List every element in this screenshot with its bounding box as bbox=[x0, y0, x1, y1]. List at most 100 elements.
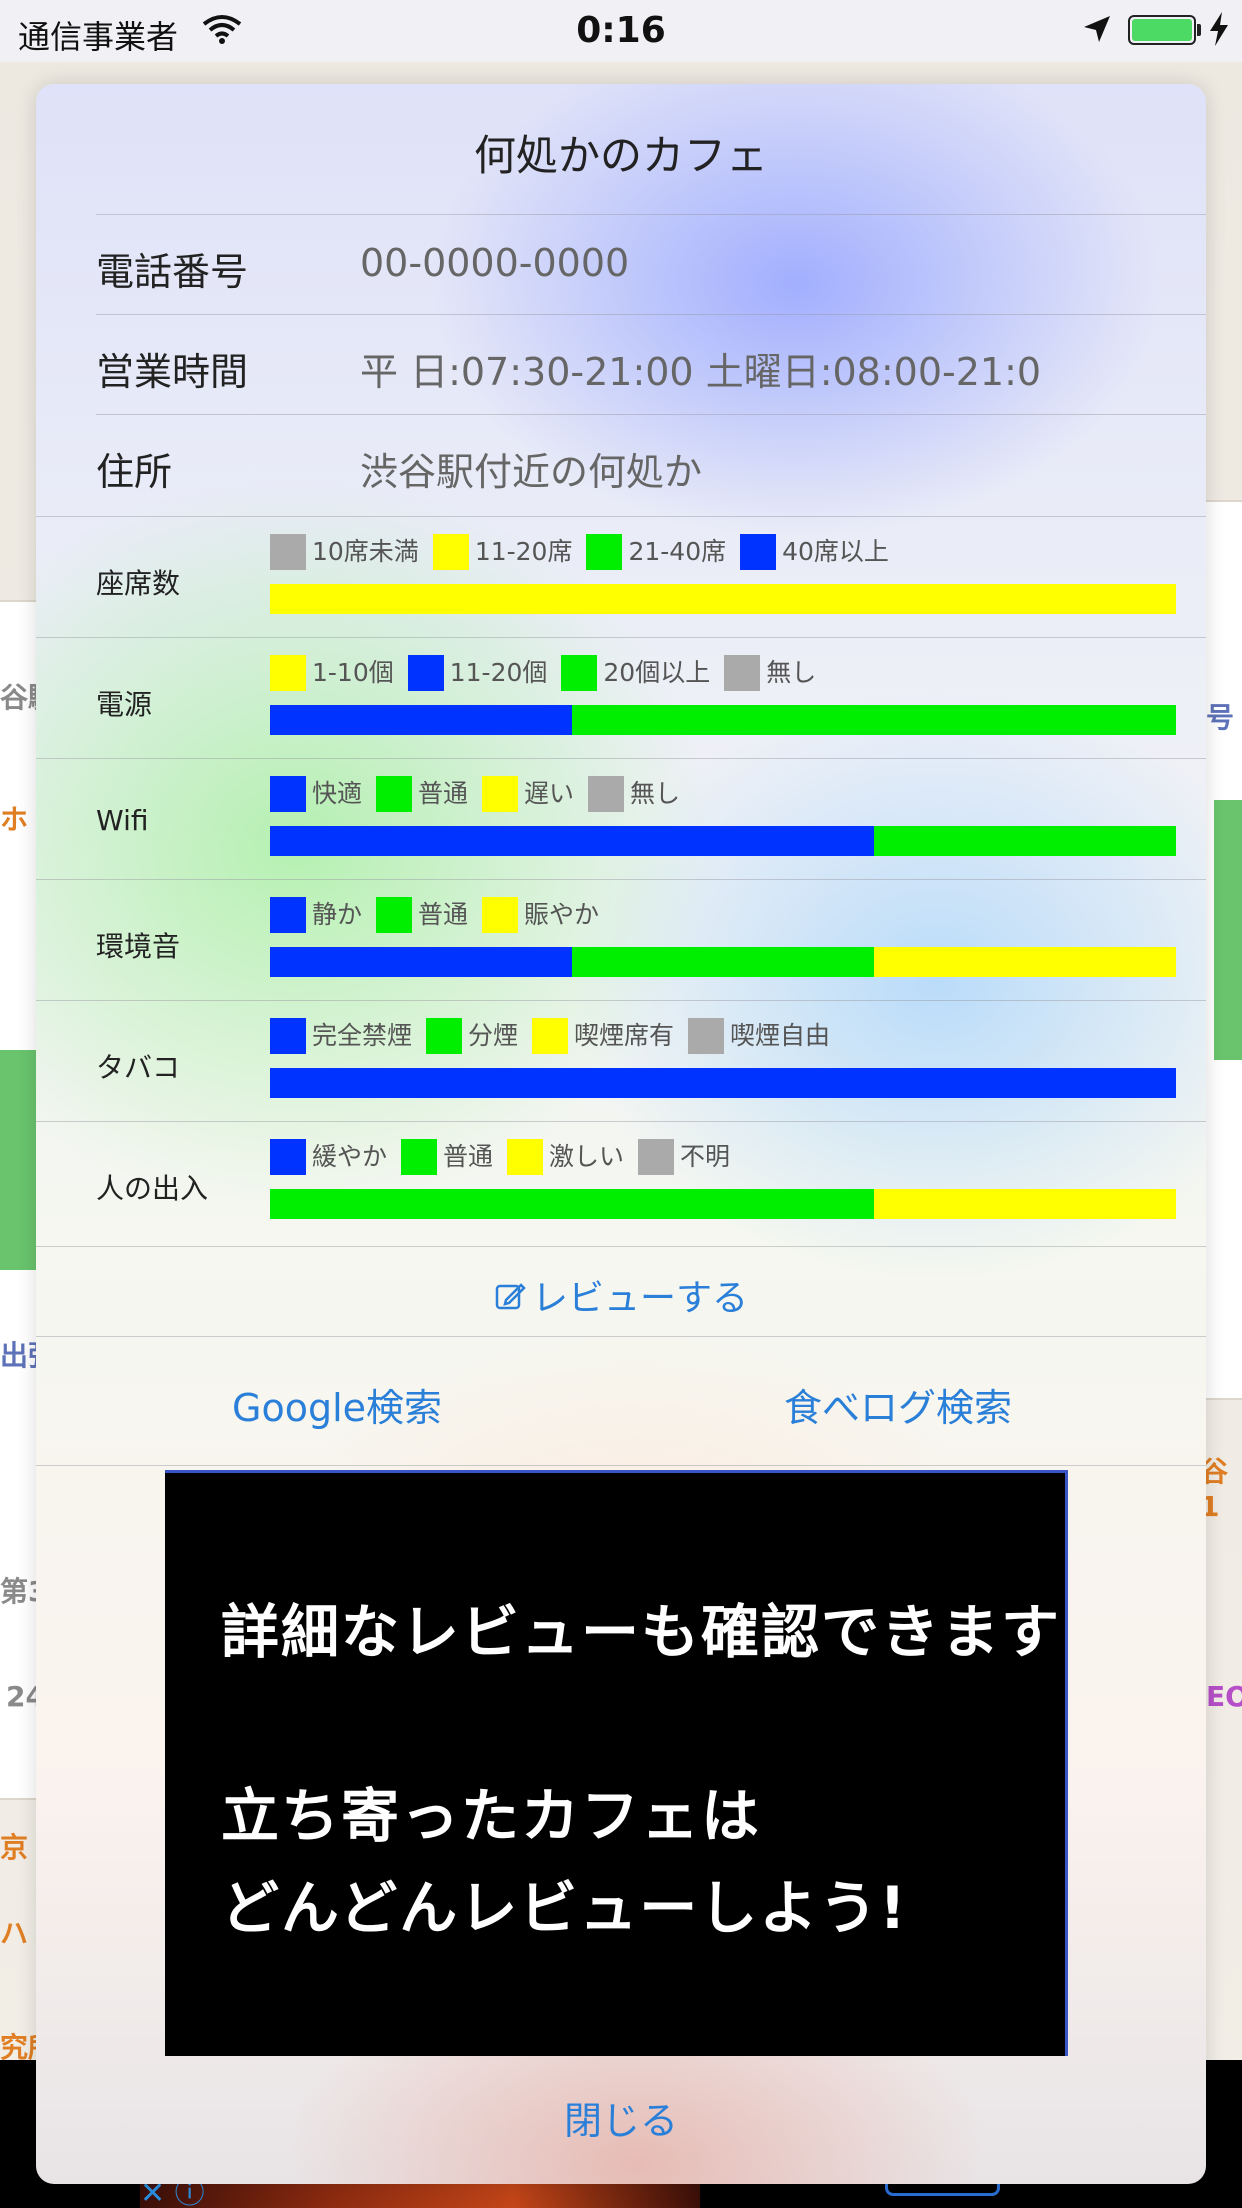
review-promo-overlay[interactable]: 詳細なレビューも確認できます 立ち寄ったカフェは どんどんレビューしよう! bbox=[165, 1470, 1068, 2056]
legend-text: 不明 bbox=[680, 1142, 731, 1171]
legend-item: 快適 bbox=[270, 776, 362, 812]
legend-item: 激しい bbox=[507, 1139, 624, 1175]
rating-bar-segment bbox=[270, 947, 572, 977]
legend-swatch bbox=[482, 776, 519, 812]
legend-text: 20個以上 bbox=[603, 658, 711, 687]
edit-icon bbox=[495, 1283, 526, 1310]
battery-icon bbox=[1128, 15, 1196, 45]
legend-swatch bbox=[482, 897, 519, 933]
promo-line-2: 立ち寄ったカフェは bbox=[221, 1782, 762, 1850]
legend-item: 1-10個 bbox=[270, 655, 394, 691]
legend-item: 10席未満 bbox=[270, 534, 419, 570]
rating-label: タバコ bbox=[96, 1051, 181, 1084]
promo-line-3: どんどんレビューしよう! bbox=[221, 1874, 908, 1942]
rating-bar-segment bbox=[270, 705, 572, 735]
rating-bar-segment bbox=[874, 947, 1176, 977]
legend-swatch bbox=[588, 776, 625, 812]
map-label: ハ bbox=[0, 1917, 29, 1950]
rating-label: Wifi bbox=[96, 804, 149, 837]
rating-distribution-bar bbox=[270, 1068, 1176, 1098]
legend-swatch bbox=[270, 1018, 306, 1054]
rating-bar-segment bbox=[270, 826, 875, 856]
legend-item: 遅い bbox=[482, 776, 574, 812]
rating-label: 電源 bbox=[96, 688, 153, 721]
legend-text: 40席以上 bbox=[782, 537, 889, 566]
review-row: レビューする bbox=[36, 1246, 1206, 1336]
legend-text: 普通 bbox=[418, 779, 469, 808]
address-value[interactable]: 渋谷駅付近の何処か bbox=[360, 441, 1200, 496]
rating-legend: 完全禁煙 分煙 喫煙席有 喫煙自由 bbox=[270, 1018, 844, 1054]
legend-swatch bbox=[376, 776, 413, 812]
map-park bbox=[0, 1050, 40, 1270]
legend-text: 賑やか bbox=[524, 900, 600, 929]
legend-item: 喫煙席有 bbox=[532, 1018, 674, 1054]
legend-swatch bbox=[270, 1139, 306, 1175]
rating-legend: 1-10個 11-20個 20個以上 無し bbox=[270, 655, 830, 691]
legend-item: 普通 bbox=[376, 897, 468, 933]
legend-text: 普通 bbox=[443, 1142, 494, 1171]
battery-tip bbox=[1197, 24, 1201, 36]
legend-text: 1-10個 bbox=[312, 658, 394, 687]
rating-label: 環境音 bbox=[96, 930, 181, 963]
rating-bar-segment bbox=[571, 705, 1176, 735]
legend-text: 完全禁煙 bbox=[312, 1021, 413, 1050]
legend-text: 無し bbox=[630, 779, 681, 808]
legend-text: 11-20席 bbox=[474, 537, 573, 566]
legend-item: 11-20席 bbox=[432, 534, 573, 570]
legend-item: 喫煙自由 bbox=[688, 1018, 830, 1054]
legend-item: 不明 bbox=[638, 1139, 730, 1175]
rating-label: 人の出入 bbox=[96, 1172, 209, 1205]
phone-row[interactable]: 電話番号 00-0000-0000 bbox=[96, 214, 1206, 314]
legend-swatch bbox=[426, 1018, 463, 1054]
legend-swatch bbox=[401, 1139, 438, 1175]
rating-distribution-bar bbox=[270, 584, 1176, 614]
tabelog-search-link[interactable]: 食べログ検索 bbox=[784, 1377, 1012, 1432]
legend-item: 40席以上 bbox=[740, 534, 889, 570]
legend-text: 21-40席 bbox=[628, 537, 727, 566]
legend-item: 20個以上 bbox=[561, 655, 710, 691]
rating-distribution-bar bbox=[270, 1189, 1176, 1219]
address-row[interactable]: 住所 渋谷駅付近の何処か bbox=[96, 414, 1206, 514]
legend-swatch bbox=[270, 897, 306, 933]
location-arrow-icon bbox=[1084, 16, 1110, 42]
phone-value[interactable]: 00-0000-0000 bbox=[360, 241, 1200, 285]
rating-legend: 10席未満 11-20席 21-40席 40席以上 bbox=[270, 534, 903, 570]
legend-text: 喫煙自由 bbox=[730, 1021, 831, 1050]
rating-label: 座席数 bbox=[96, 567, 181, 600]
rating-row: 電源 1-10個 11-20個 20個以上 無し bbox=[36, 637, 1206, 758]
rating-bar-segment bbox=[270, 584, 1176, 614]
close-button[interactable]: 閉じる bbox=[0, 2090, 1242, 2145]
legend-swatch bbox=[561, 655, 598, 691]
legend-swatch bbox=[532, 1018, 569, 1054]
legend-swatch bbox=[376, 897, 413, 933]
rating-legend: 快適 普通 遅い 無し bbox=[270, 776, 694, 812]
legend-swatch bbox=[507, 1139, 544, 1175]
map-label: ホ bbox=[0, 803, 29, 836]
legend-item: 普通 bbox=[401, 1139, 493, 1175]
map-label: 谷1 bbox=[1200, 1455, 1229, 1523]
legend-text: 11-20個 bbox=[449, 658, 548, 687]
legend-item: 21-40席 bbox=[586, 534, 726, 570]
rating-bar-segment bbox=[874, 826, 1176, 856]
map-label: 号 bbox=[1206, 701, 1235, 734]
legend-text: 10席未満 bbox=[312, 537, 419, 566]
cafe-name: 何処かのカフェ bbox=[473, 131, 768, 180]
legend-swatch bbox=[688, 1018, 725, 1054]
rating-distribution-bar bbox=[270, 705, 1176, 735]
address-label: 住所 bbox=[96, 450, 173, 494]
rating-row: 人の出入 緩やか 普通 激しい 不明 bbox=[36, 1121, 1206, 1242]
legend-swatch bbox=[724, 655, 761, 691]
legend-text: 遅い bbox=[524, 779, 575, 808]
review-button[interactable]: レビューする bbox=[494, 1269, 748, 1321]
hours-label: 営業時間 bbox=[96, 350, 249, 394]
rating-bar-segment bbox=[571, 947, 875, 977]
legend-item: 緩やか bbox=[270, 1139, 387, 1175]
google-search-link[interactable]: Google検索 bbox=[232, 1377, 442, 1432]
review-button-label: レビューする bbox=[531, 1278, 748, 1319]
rating-row: Wifi 快適 普通 遅い 無し bbox=[36, 758, 1206, 879]
legend-item: 無し bbox=[724, 655, 816, 691]
rating-bar-segment bbox=[270, 1068, 1176, 1098]
legend-swatch bbox=[432, 534, 469, 570]
legend-item: 無し bbox=[588, 776, 680, 812]
legend-text: 普通 bbox=[418, 900, 469, 929]
